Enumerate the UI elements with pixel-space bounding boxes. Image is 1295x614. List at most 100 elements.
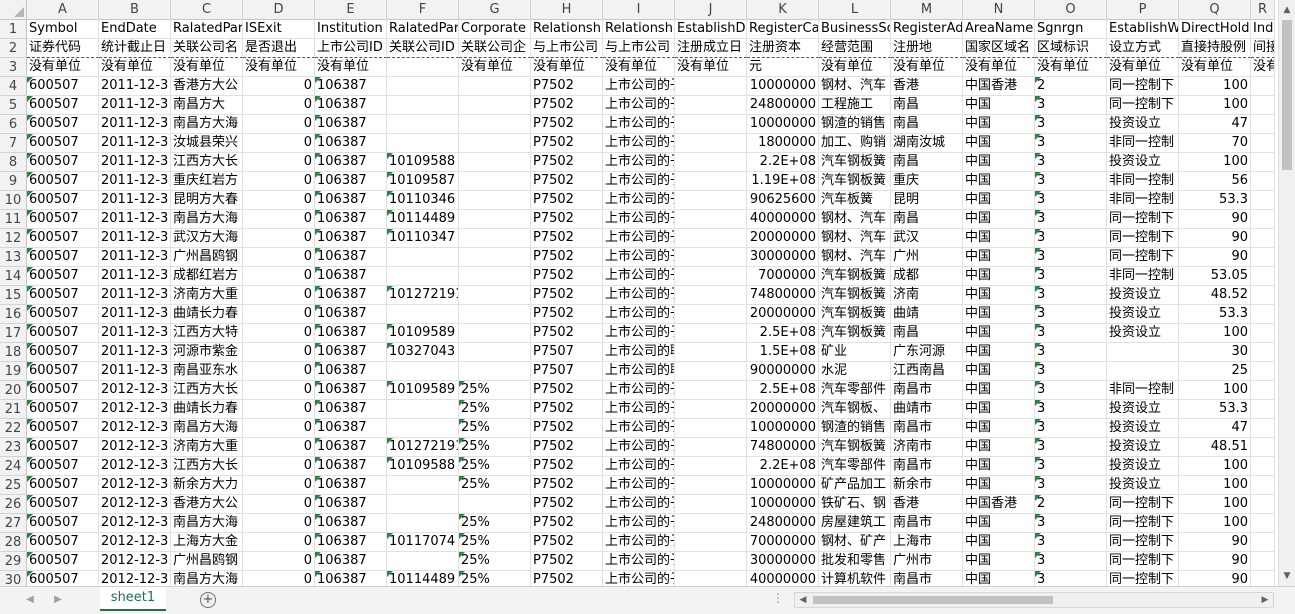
table-cell[interactable]: 重庆 — [891, 172, 963, 191]
table-cell[interactable]: 计算机软件 — [819, 571, 891, 586]
table-cell[interactable]: 10000000 — [747, 419, 819, 438]
row-header-8[interactable]: 8 — [0, 153, 27, 172]
table-cell[interactable]: 2011-12-3 — [99, 153, 171, 172]
table-cell[interactable]: 0 — [243, 286, 315, 305]
table-cell[interactable]: 600507 — [27, 248, 99, 267]
table-cell[interactable]: 中国 — [963, 324, 1035, 343]
table-cell[interactable]: 上市公司的子公司 — [603, 419, 675, 438]
table-cell[interactable]: P7502 — [531, 115, 603, 134]
table-cell[interactable] — [675, 134, 747, 153]
table-cell[interactable]: 中国香港 — [963, 77, 1035, 96]
table-cell[interactable]: 上市公司的子公司 — [603, 248, 675, 267]
table-cell[interactable]: 南昌市 — [891, 419, 963, 438]
table-cell[interactable]: 河源市紫金 — [171, 343, 243, 362]
table-cell[interactable] — [387, 77, 459, 96]
table-cell[interactable]: 上市公司的子公司 — [603, 514, 675, 533]
sheet-tab[interactable]: sheet1 — [100, 587, 166, 611]
table-cell[interactable]: 106387 — [315, 115, 387, 134]
table-cell[interactable]: 汽车钢板簧 — [819, 438, 891, 457]
table-cell[interactable] — [387, 495, 459, 514]
unit-cell[interactable]: 没有单位 — [675, 58, 747, 77]
table-cell[interactable]: 南昌方大海 — [171, 210, 243, 229]
table-cell[interactable]: 53.3 — [1179, 400, 1251, 419]
row-header-19[interactable]: 19 — [0, 362, 27, 381]
table-cell[interactable] — [387, 134, 459, 153]
table-cell[interactable]: 3 — [1035, 476, 1107, 495]
table-cell[interactable] — [459, 324, 531, 343]
table-cell[interactable]: P7502 — [531, 533, 603, 552]
table-cell[interactable]: 10109589 — [387, 324, 459, 343]
table-cell[interactable]: 钢材、汽车 — [819, 210, 891, 229]
table-cell[interactable]: 香港 — [891, 77, 963, 96]
table-cell[interactable]: 48.52 — [1179, 286, 1251, 305]
tab-split-handle-icon[interactable]: ⋮ — [772, 591, 784, 605]
table-cell[interactable]: 0 — [243, 191, 315, 210]
table-cell[interactable]: 2011-12-3 — [99, 267, 171, 286]
table-cell[interactable]: 25% — [459, 571, 531, 586]
table-cell[interactable]: 600507 — [27, 457, 99, 476]
spreadsheet-grid[interactable]: ABCDEFGHIJKLMNOPQR 1 2 3 4 5 6 7 8 9 10 11 12 13 14 15… — [0, 0, 1278, 586]
table-cell[interactable]: P7502 — [531, 400, 603, 419]
table-cell[interactable]: P7502 — [531, 324, 603, 343]
field-name-cell[interactable]: DirectHold — [1179, 20, 1251, 39]
table-cell[interactable]: P7502 — [531, 191, 603, 210]
table-cell[interactable] — [1251, 115, 1275, 134]
table-cell[interactable]: 600507 — [27, 305, 99, 324]
table-cell[interactable]: 0 — [243, 495, 315, 514]
table-cell[interactable] — [675, 495, 747, 514]
row-header-21[interactable]: 21 — [0, 400, 27, 419]
table-cell[interactable]: 南昌 — [891, 96, 963, 115]
column-header-c[interactable]: C — [171, 0, 243, 20]
table-cell[interactable]: 济南方大重 — [171, 286, 243, 305]
table-cell[interactable]: 3 — [1035, 210, 1107, 229]
table-cell[interactable]: 30000000 — [747, 552, 819, 571]
table-cell[interactable]: 同一控制下 — [1107, 571, 1179, 586]
table-cell[interactable]: 2011-12-3 — [99, 286, 171, 305]
table-cell[interactable]: 600507 — [27, 552, 99, 571]
table-cell[interactable]: 投资设立 — [1107, 286, 1179, 305]
table-cell[interactable]: 中国 — [963, 305, 1035, 324]
row-header-23[interactable]: 23 — [0, 438, 27, 457]
table-cell[interactable]: 600507 — [27, 381, 99, 400]
table-cell[interactable]: 600507 — [27, 267, 99, 286]
table-cell[interactable]: 47 — [1179, 419, 1251, 438]
table-cell[interactable] — [1251, 210, 1275, 229]
unit-cell[interactable]: 没有单位 — [243, 58, 315, 77]
table-cell[interactable]: 中国 — [963, 552, 1035, 571]
table-cell[interactable] — [675, 305, 747, 324]
table-cell[interactable] — [1251, 343, 1275, 362]
table-cell[interactable]: 南昌市 — [891, 381, 963, 400]
table-cell[interactable]: 同一控制下 — [1107, 248, 1179, 267]
table-cell[interactable]: 汽车钢板簧 — [819, 286, 891, 305]
table-cell[interactable]: 1800000 — [747, 134, 819, 153]
table-cell[interactable]: 56 — [1179, 172, 1251, 191]
row-header-14[interactable]: 14 — [0, 267, 27, 286]
column-header-g[interactable]: G — [459, 0, 531, 20]
table-cell[interactable]: 上市公司的联营企业 — [603, 362, 675, 381]
row-header-28[interactable]: 28 — [0, 533, 27, 552]
table-cell[interactable]: 3 — [1035, 343, 1107, 362]
table-cell[interactable] — [675, 77, 747, 96]
scroll-down-icon[interactable]: ▼ — [1279, 568, 1295, 584]
table-cell[interactable]: 香港方大公 — [171, 77, 243, 96]
table-cell[interactable]: 房屋建筑工 — [819, 514, 891, 533]
table-cell[interactable]: 106387 — [315, 476, 387, 495]
table-cell[interactable]: 中国 — [963, 533, 1035, 552]
table-cell[interactable] — [459, 267, 531, 286]
table-cell[interactable]: 24800000 — [747, 96, 819, 115]
table-cell[interactable]: 25% — [459, 400, 531, 419]
column-header-i[interactable]: I — [603, 0, 675, 20]
table-cell[interactable]: 25% — [459, 533, 531, 552]
table-cell[interactable]: 106387 — [315, 324, 387, 343]
field-name-cell[interactable]: RalatedPar — [387, 20, 459, 39]
table-cell[interactable]: 同一控制下 — [1107, 514, 1179, 533]
table-cell[interactable]: 106387 — [315, 134, 387, 153]
table-cell[interactable]: 106387 — [315, 210, 387, 229]
table-cell[interactable] — [1251, 381, 1275, 400]
table-cell[interactable] — [1107, 362, 1179, 381]
table-cell[interactable]: P7502 — [531, 229, 603, 248]
field-name-cell[interactable]: Sgnrgn — [1035, 20, 1107, 39]
table-cell[interactable]: 投资设立 — [1107, 476, 1179, 495]
table-cell[interactable]: 3 — [1035, 248, 1107, 267]
table-cell[interactable]: 0 — [243, 267, 315, 286]
